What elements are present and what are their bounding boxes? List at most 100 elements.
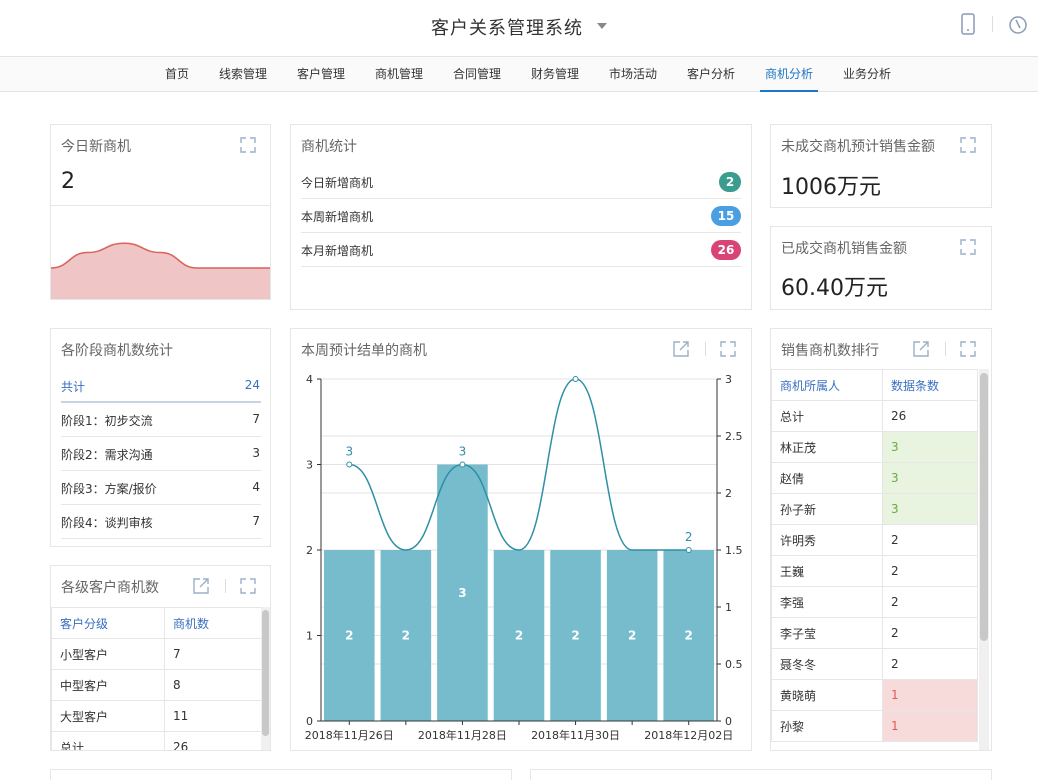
owner-cell: 黄晓萌 <box>771 679 883 711</box>
top-bar: 客户关系管理系统 <box>0 0 1038 57</box>
mobile-icon[interactable] <box>958 13 978 35</box>
stage-total-value: 24 <box>244 378 260 392</box>
weekly-closing-title: 本周预计结单的商机 <box>301 343 427 359</box>
line-point <box>572 376 579 382</box>
closed-amount-value: 60.40万元 <box>781 276 888 301</box>
stat-label-today: 今日新增商机 <box>301 176 374 190</box>
count-cell: 1 <box>882 679 978 711</box>
y2-tick-label: 2 <box>725 487 732 500</box>
scrollbar-thumb[interactable] <box>980 373 988 641</box>
divider <box>61 401 261 403</box>
caret-down-icon <box>597 23 607 29</box>
count-cell: 3 <box>882 431 978 463</box>
customer-level-title: 各级客户商机数 <box>61 580 159 596</box>
stage-3-value: 4 <box>252 480 260 494</box>
share-icon[interactable] <box>912 340 930 358</box>
stage-4-label: 阶段4：谈判审核 <box>61 516 153 530</box>
bottom-right-card <box>530 769 992 780</box>
open-amount-value: 1006万元 <box>781 175 881 200</box>
share-icon[interactable] <box>672 340 690 358</box>
table-row: 黄晓萌 1 <box>771 679 978 711</box>
share-icon[interactable] <box>192 577 210 595</box>
nav-business-analysis[interactable]: 业务分析 <box>836 57 898 92</box>
y-tick-label: 2 <box>306 544 313 557</box>
expand-icon[interactable] <box>239 136 257 154</box>
owner-cell: 赵倩 <box>771 462 883 494</box>
y2-tick-label: 2.5 <box>725 430 743 443</box>
x-tick-label: 2018年11月30日 <box>531 728 620 742</box>
nav-contracts[interactable]: 合同管理 <box>446 57 508 92</box>
sales-ranking-card: 销售商机数排行 商机所属人 数据条数 总计 26 林正茂 3 赵倩 3 孙子新 3 许明… <box>770 328 992 751</box>
bar-value-label: 2 <box>685 629 693 643</box>
nav-leads[interactable]: 线索管理 <box>212 57 274 92</box>
owner-cell: 林正茂 <box>771 431 883 463</box>
table-cell: 小型客户 <box>51 638 165 670</box>
closed-amount-card: 已成交商机销售金额 60.40万元 <box>770 226 992 310</box>
table-cell: 26 <box>164 731 263 750</box>
x-tick-label: 2018年12月02日 <box>644 728 733 742</box>
owner-cell: 李子莹 <box>771 617 883 649</box>
column-header: 商机所属人 <box>771 369 883 401</box>
bottom-left-card <box>50 769 512 780</box>
table-row: 小型客户 7 <box>51 638 263 670</box>
line-point-label: 2 <box>685 530 693 544</box>
count-cell: 26 <box>882 400 978 432</box>
table-row: 聂冬冬 2 <box>771 648 978 680</box>
scrollbar-thumb[interactable] <box>262 610 269 736</box>
y2-tick-label: 0.5 <box>725 658 743 671</box>
expand-icon[interactable] <box>959 136 977 154</box>
today-new-title: 今日新商机 <box>61 139 131 155</box>
column-header: 数据条数 <box>882 369 978 401</box>
owner-cell: 孙黎 <box>771 710 883 742</box>
expand-icon[interactable] <box>719 340 737 358</box>
table-cell: 7 <box>164 638 263 670</box>
nav-home[interactable]: 首页 <box>155 57 199 92</box>
expand-icon[interactable] <box>959 238 977 256</box>
stage-2-label: 阶段2：需求沟通 <box>61 448 153 462</box>
stage-stats-card: 各阶段商机数统计 共计 24 阶段1：初步交流 7 阶段2：需求沟通 3 阶段3… <box>50 328 271 547</box>
table-row: 林正茂 3 <box>771 431 978 463</box>
count-cell: 2 <box>882 617 978 649</box>
owner-cell: 李强 <box>771 586 883 618</box>
stat-badge-week: 15 <box>711 206 741 226</box>
weekly-closing-card: 本周预计结单的商机 2 2 3 2 2 2 2 0 1 2 3 4 0 0.5 1 1.5 2 2.5 3 2018年… <box>290 328 752 751</box>
bar-value-label: 2 <box>571 629 579 643</box>
app-title-dropdown[interactable]: 客户关系管理系统 <box>0 14 1038 40</box>
line-point <box>685 547 692 553</box>
stage-1-value: 7 <box>252 412 260 426</box>
weekly-closing-chart: 2 2 3 2 2 2 2 0 1 2 3 4 0 0.5 1 1.5 2 2.5 3 2018年11月26日 2018… <box>305 373 743 742</box>
nav-finance[interactable]: 财务管理 <box>524 57 586 92</box>
table-row: 大型客户 11 <box>51 700 263 732</box>
table-cell: 中型客户 <box>51 669 165 701</box>
area-fill <box>51 243 270 299</box>
main-nav: 首页 线索管理 客户管理 商机管理 合同管理 财务管理 市场活动 客户分析 商机… <box>0 57 1038 92</box>
table-row: 李强 2 <box>771 586 978 618</box>
table-header-row: 客户分级 商机数 <box>51 607 263 639</box>
expand-icon[interactable] <box>239 577 257 595</box>
y-tick-label: 4 <box>306 373 313 386</box>
logout-icon[interactable] <box>1008 13 1028 35</box>
table-row: 王巍 2 <box>771 555 978 587</box>
top-divider <box>992 16 993 32</box>
open-amount-card: 未成交商机预计销售金额 1006万元 <box>770 124 992 208</box>
table-cell: 总计 <box>51 731 165 750</box>
stage-total-label: 共计 <box>61 380 86 394</box>
line-point-label: 3 <box>459 445 467 459</box>
count-cell: 2 <box>882 648 978 680</box>
y2-tick-label: 3 <box>725 373 732 386</box>
nav-marketing[interactable]: 市场活动 <box>602 57 664 92</box>
table-row: 许明秀 2 <box>771 524 978 556</box>
stage-stats-title: 各阶段商机数统计 <box>61 343 173 359</box>
expand-icon[interactable] <box>959 340 977 358</box>
closed-amount-title: 已成交商机销售金额 <box>781 241 907 257</box>
y2-tick-label: 1 <box>725 601 732 614</box>
line-point <box>346 461 353 468</box>
nav-opportunity-analysis[interactable]: 商机分析 <box>760 57 818 92</box>
divider <box>61 470 261 471</box>
nav-customer-analysis[interactable]: 客户分析 <box>680 57 742 92</box>
x-tick-label: 2018年11月26日 <box>305 728 394 742</box>
y2-tick-label: 1.5 <box>725 544 743 557</box>
nav-opportunities[interactable]: 商机管理 <box>368 57 430 92</box>
nav-customers[interactable]: 客户管理 <box>290 57 352 92</box>
customer-level-card: 各级客户商机数 客户分级 商机数 小型客户 7 中型客户 8 大型客户 11 总… <box>50 565 271 751</box>
